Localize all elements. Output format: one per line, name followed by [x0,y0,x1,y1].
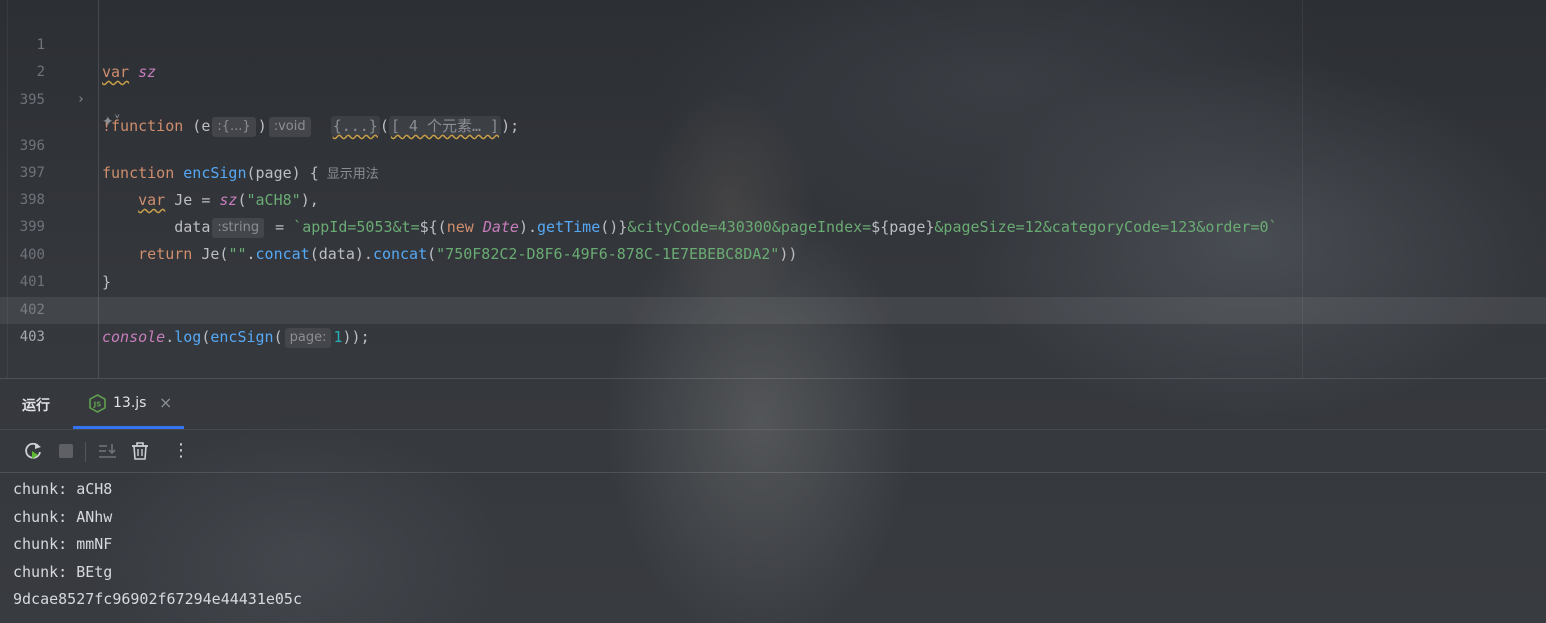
tab-label: 13.js [113,395,147,411]
rerun-icon[interactable] [21,439,45,463]
toolbar-divider [85,442,86,462]
current-code-line[interactable]: 403 [0,297,1546,345]
nodejs-icon: JS [89,394,106,413]
code-line[interactable]: 400 } [0,215,1546,291]
console-line: chunk: BEtg [13,562,113,581]
divider [0,472,1546,473]
close-icon[interactable]: × [159,393,172,412]
code-line[interactable]: 1 var sz [0,5,1546,81]
code-vision-row: ✦˅ [0,81,1546,130]
code-text: )); [342,328,370,346]
run-toolbar: ⋮ [0,430,1546,472]
console-line: chunk: ANhw [13,507,113,526]
console-line: chunk: aCH8 [13,480,113,498]
run-tabs-bar: 运行 JS 13.js × [0,379,1546,429]
code-line[interactable]: 402 console.log(encSign(page: 1)); [0,270,1546,348]
console-output[interactable]: chunk: aCH8 chunk: ANhw chunk: mmNF chun… [13,476,302,614]
function-call: encSign [210,328,274,346]
code-line[interactable]: 401 [0,242,1546,290]
code-line[interactable]: 397 var Je = sz("aCH8"), [0,133,1546,209]
run-panel-title: 运行 [22,398,50,414]
method-name: log [174,328,202,346]
svg-text:JS: JS [93,401,102,409]
console-line: chunk: mmNF [13,535,113,553]
code-line[interactable]: 396 function encSign(page) {显示用法 [0,106,1546,182]
code-line[interactable]: 399 return Je("".concat(data).concat("75… [0,187,1546,263]
number-literal: 1 [333,328,343,346]
parameter-hint: page: [284,328,332,348]
console-line: 9dcae8527fc96902f67294e44431e05c [13,590,302,608]
line-number: 403 [19,329,45,345]
global-object: console [102,328,166,346]
run-tool-window: 运行 JS 13.js × ⋮ chunk: aCH8 chunk: ANhw … [0,378,1546,623]
code-editor[interactable]: 1 var sz 2 › !function (e:{...}):void {.… [0,0,1546,378]
more-options-icon[interactable]: ⋮ [169,439,193,463]
stop-icon[interactable] [54,439,78,463]
code-line[interactable]: 2 › !function (e:{...}):void {...}([ 4 个… [0,32,1546,137]
tab-13-js[interactable]: JS 13.js × [85,379,184,429]
code-text: ( [273,328,283,346]
code-line[interactable]: 398 data:string = `appId=5053&t=${(new D… [0,160,1546,238]
trash-icon[interactable] [128,439,152,463]
scroll-to-end-icon[interactable] [95,439,119,463]
code-text: . [165,328,175,346]
